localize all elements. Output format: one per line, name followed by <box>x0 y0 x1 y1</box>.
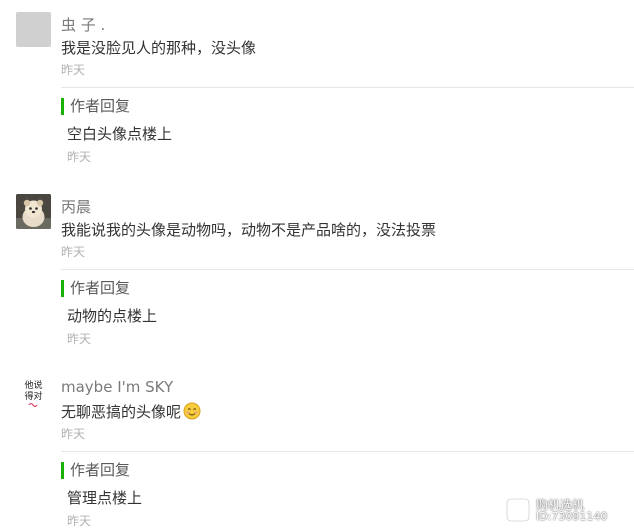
author-reply-content: 空白头像点楼上 <box>67 125 173 143</box>
comment-content: 我能说我的头像是动物吗，动物不是产品啥的，没法投票 <box>61 221 437 239</box>
svg-text:他说: 他说 <box>24 379 42 391</box>
author-reply-time: 昨天 <box>67 514 92 528</box>
comment-nickname[interactable]: maybe I'm SKY <box>61 378 173 396</box>
comment-nickname[interactable]: 丙晨 <box>61 196 91 217</box>
author-reply-label: 作者回复 <box>61 280 130 297</box>
blank-avatar-icon[interactable] <box>16 12 51 47</box>
comment-time: 昨天 <box>61 427 86 441</box>
comment-nickname[interactable]: 虫 子 . <box>61 14 105 35</box>
comment-time: 昨天 <box>61 63 86 77</box>
svg-text:得对: 得对 <box>24 390 42 402</box>
dog-avatar-icon[interactable] <box>16 194 51 229</box>
smiling-emoji-icon <box>183 402 201 424</box>
comment-content: 无聊恶搞的头像呢 <box>61 401 201 424</box>
comment-time: 昨天 <box>61 245 86 259</box>
comment-content: 我是没脸见人的那种，没头像 <box>61 39 257 57</box>
author-reply-label: 作者回复 <box>61 462 130 479</box>
author-reply-time: 昨天 <box>67 332 92 346</box>
author-reply-content: 管理点楼上 <box>67 489 143 507</box>
comment-content-text: 无聊恶搞的头像呢 <box>61 403 182 421</box>
author-reply: 作者回复 空白头像点楼上 昨天 <box>61 87 634 168</box>
author-reply-time: 昨天 <box>67 150 92 164</box>
author-reply-content: 动物的点楼上 <box>67 307 158 325</box>
watermark-id: ID:73091140 <box>536 510 608 523</box>
author-reply-label: 作者回复 <box>61 98 130 115</box>
watermark-logo-icon <box>506 498 530 526</box>
text-avatar-icon[interactable]: 他说 得对 <box>16 376 51 411</box>
author-reply: 作者回复 动物的点楼上 昨天 <box>61 269 634 350</box>
watermark: 购机选机 ID:73091140 <box>506 496 622 524</box>
